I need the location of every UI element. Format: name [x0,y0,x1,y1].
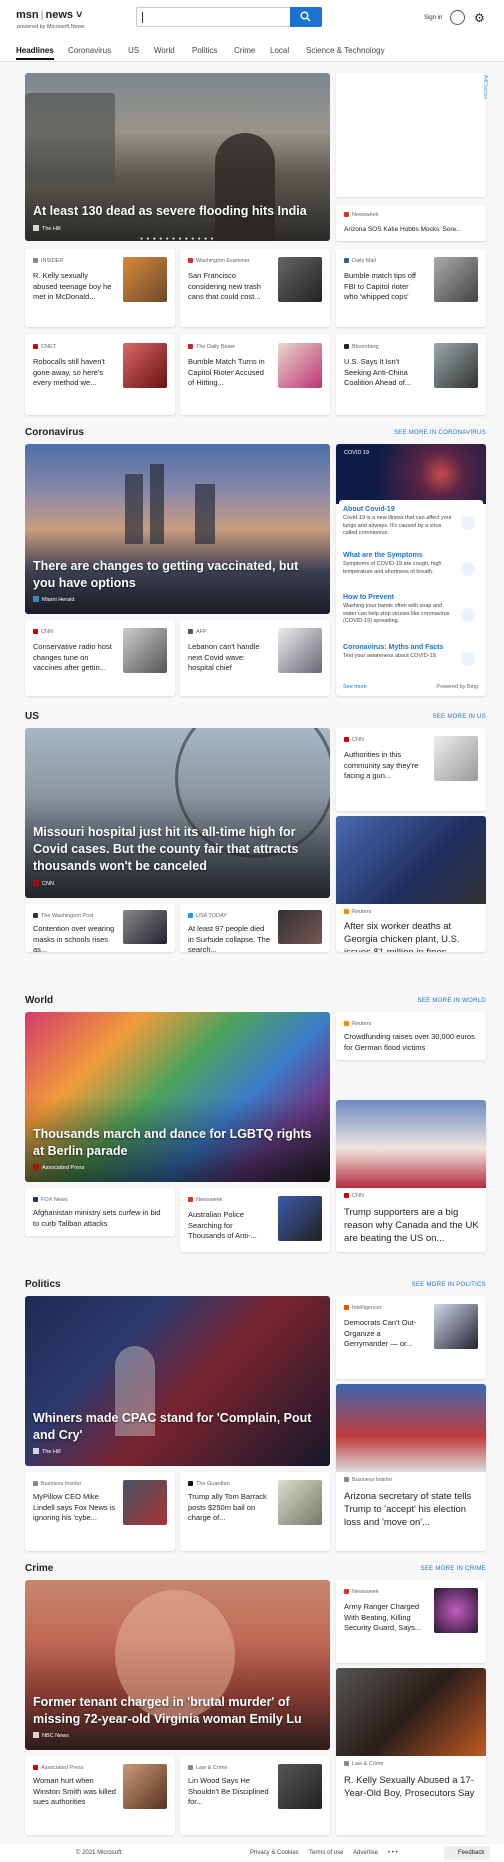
search-button[interactable] [290,7,322,27]
active-tab-underline [16,58,54,60]
powered-by-label: powered by Microsoft News [17,24,85,30]
tab-coronavirus[interactable]: Coronavirus [68,46,111,55]
hero-source: Miami Herald [33,596,74,603]
news-card[interactable]: Newsweek Australian Police Searching for… [180,1188,330,1252]
carousel-dots[interactable]: ● ● ● ● ● ● ● ● ● ● ● ● [140,236,215,242]
crime-hero-card[interactable]: Former tenant charged in 'brutal murder'… [25,1580,330,1750]
see-more-politics-link[interactable]: SEE MORE IN POLITICS [330,1282,486,1288]
news-card[interactable]: Daily Mail Bumble match tips off FBI to … [336,249,486,327]
tab-politics[interactable]: Politics [192,46,217,55]
feedback-button[interactable]: Feedback [444,1846,490,1860]
us-hero-card[interactable]: Missouri hospital just hit its all-time … [25,728,330,898]
news-card[interactable]: The Guardian Trump ally Tom Barrack post… [180,1472,330,1551]
section-title-coronavirus: Coronavirus [25,427,84,438]
news-card[interactable]: AFP Lebanon can't handle next Covid wave… [180,620,330,696]
news-card-large[interactable]: Law & Crime R. Kelly Sexually Abused a 1… [336,1668,486,1835]
section-title-us: US [25,711,39,722]
section-title-crime: Crime [25,1563,54,1574]
news-card-large[interactable]: CNN Trump supporters are a big reason wh… [336,1100,486,1252]
news-card-large[interactable]: Business Insider Arizona secretary of st… [336,1384,486,1551]
copyright-label: © 2021 Microsoft [76,1850,122,1856]
news-card-large[interactable]: Reuters After six worker deaths at Georg… [336,816,486,952]
news-card[interactable]: Newsweek Army Ranger Charged With Beatin… [336,1580,486,1663]
news-card[interactable]: CNN Conservative radio host changes tune… [25,620,175,696]
thermometer-icon [461,562,475,576]
hero-title[interactable]: There are changes to getting vaccinated,… [33,558,323,592]
hero-title[interactable]: Thousands march and dance for LGBTQ righ… [33,1126,323,1160]
news-card[interactable]: Associated Press Woman hurt when Winston… [25,1756,175,1835]
news-card[interactable]: CNN Authorities in this community say th… [336,728,486,811]
top-hero-card[interactable]: At least 130 dead as severe flooding hit… [25,73,330,241]
news-card[interactable]: Washington Examiner San Francisco consid… [180,249,330,327]
news-card[interactable]: Business Insider MyPillow CEO Mike Linde… [25,1472,175,1551]
hero-title[interactable]: Missouri hospital just hit its all-time … [33,824,325,875]
see-more-coronavirus-link[interactable]: SEE MORE IN CORONAVIRUS [330,430,486,436]
tab-local[interactable]: Local [270,46,289,55]
hero-source: CNN [33,880,54,887]
avatar-icon[interactable] [450,10,465,25]
search-icon [300,11,311,22]
hero-source: The Hill [33,225,61,232]
section-title-politics: Politics [25,1279,61,1290]
lungs-icon [461,516,475,530]
tab-crime[interactable]: Crime [234,46,255,55]
hero-source: The Hill [33,1448,61,1455]
tab-headlines[interactable]: Headlines [16,46,54,55]
covid-item-prevent[interactable]: How to Prevent Washing your hands often w… [343,594,473,626]
side-news-card[interactable]: Newsweek Arizona SOS Katie Hobbs Mocks '… [336,205,486,241]
signin-link[interactable]: Sign in [424,15,442,21]
powered-by-bing-label: Powered by Bing [436,684,478,690]
politics-hero-card[interactable]: Whiners made CPAC stand for 'Complain, P… [25,1296,330,1466]
footer: © 2021 Microsoft Privacy & Cookies Terms… [0,1844,504,1862]
news-card[interactable]: The Daily Beast Bumble Match Turns in Ca… [180,335,330,415]
news-card[interactable]: Law & Crime Lin Wood Says He Shouldn't B… [180,1756,330,1835]
terms-link[interactable]: Terms of use [309,1850,343,1856]
section-title-world: World [25,995,54,1006]
msn-logo[interactable]: msn | news ˅ [16,9,82,21]
adchoices-label[interactable]: AdChoices [482,75,488,99]
news-card[interactable]: USA TODAY At least 97 people died in Sur… [180,904,330,954]
covid-item-about[interactable]: About Covid-19 Covid-19 is a new illness … [343,506,473,538]
gear-icon[interactable]: ⚙ [474,12,485,24]
hero-title[interactable]: Former tenant charged in 'brutal murder'… [33,1694,325,1728]
covid-info-panel: COVID 19 About Covid-19 Covid-19 is a new… [336,444,486,696]
see-more-world-link[interactable]: SEE MORE IN WORLD [330,998,486,1004]
news-card[interactable]: FOX News Afghanistan ministry sets curfe… [25,1188,175,1236]
covid-item-myths[interactable]: Coronavirus: Myths and Facts Test your aw… [343,644,473,661]
quiz-icon [461,652,475,666]
tab-science-technology[interactable]: Science & Technology [306,46,385,55]
news-card[interactable]: INSIDER R. Kelly sexually abused teenage… [25,249,175,327]
world-hero-card[interactable]: Thousands march and dance for LGBTQ righ… [25,1012,330,1182]
news-card[interactable]: The Washington Post Contention over wear… [25,904,175,954]
covid-item-symptoms[interactable]: What are the Symptoms Symptoms of COVID-1… [343,552,473,576]
news-card[interactable]: Reuters Crowdfunding raises over 30,000 … [336,1012,486,1060]
more-menu-button[interactable]: • • • [388,1850,398,1856]
coronavirus-hero-card[interactable]: There are changes to getting vaccinated,… [25,444,330,614]
advertise-link[interactable]: Advertise [353,1850,378,1856]
category-nav: Headlines Coronavirus US World Politics … [0,34,504,62]
privacy-link[interactable]: Privacy & Cookies [250,1850,299,1856]
handwash-icon [461,608,475,622]
news-card[interactable]: CNET Robocalls still haven't gone away, … [25,335,175,415]
news-card[interactable]: Intelligencer Democrats Can't Out-Organi… [336,1296,486,1379]
hero-source: Associated Press [33,1164,85,1171]
covid-see-more-link[interactable]: See more [343,684,367,690]
tab-us[interactable]: US [128,46,139,55]
covid-tag: COVID 19 [340,448,374,458]
ad-card[interactable] [336,73,486,197]
hero-title[interactable]: At least 130 dead as severe flooding hit… [33,203,323,220]
header: msn | news ˅ powered by Microsoft News Sig… [0,0,504,34]
hero-source: NBC News [33,1732,69,1739]
see-more-us-link[interactable]: SEE MORE IN US [330,714,486,720]
hero-title[interactable]: Whiners made CPAC stand for 'Complain, P… [33,1410,323,1444]
see-more-crime-link[interactable]: SEE MORE IN CRIME [330,1566,486,1572]
tab-world[interactable]: World [154,46,175,55]
news-card[interactable]: Bloomberg U.S. Says It Isn't Seeking Ant… [336,335,486,415]
